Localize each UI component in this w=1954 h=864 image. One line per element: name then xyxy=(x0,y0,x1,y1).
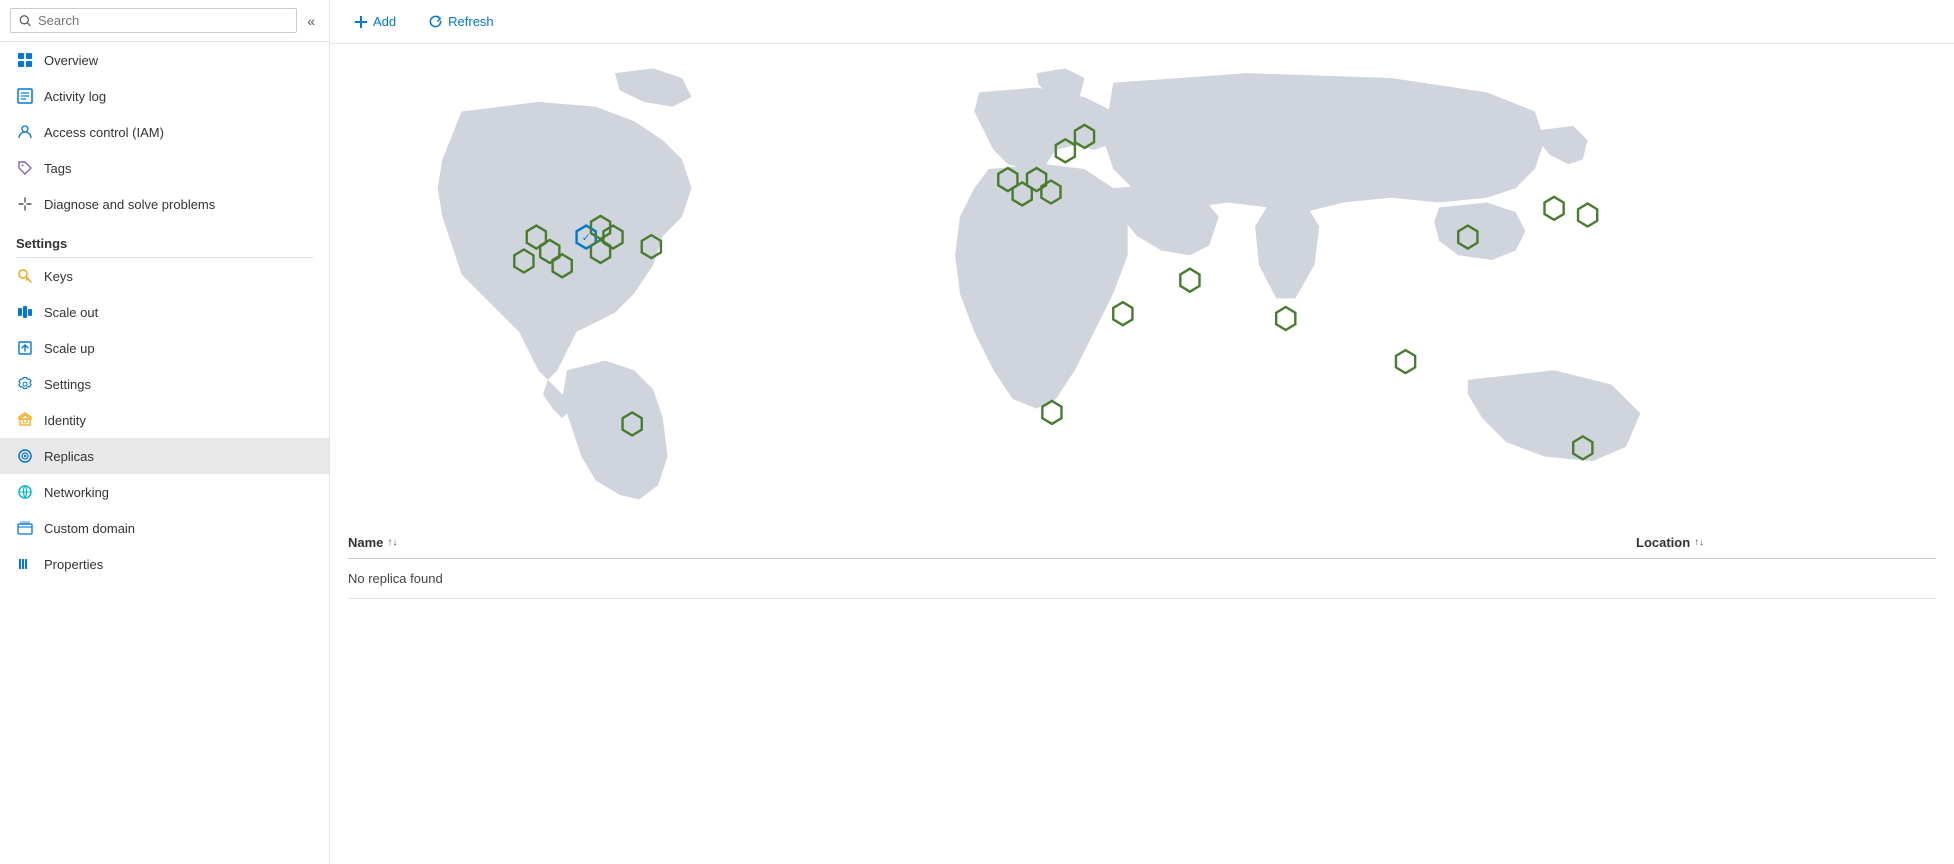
col-name-header[interactable]: Name ↑↓ xyxy=(348,535,1636,550)
sidebar-label-scale-out: Scale out xyxy=(44,305,98,320)
sort-location-icon[interactable]: ↑↓ xyxy=(1694,537,1704,548)
collapse-button[interactable]: « xyxy=(303,9,319,33)
table-header: Name ↑↓ Location ↑↓ xyxy=(348,527,1936,559)
sidebar-label-access-control: Access control (IAM) xyxy=(44,125,164,140)
properties-icon xyxy=(16,555,34,573)
key-icon xyxy=(16,267,34,285)
search-box[interactable] xyxy=(10,8,297,33)
sidebar-label-tags: Tags xyxy=(44,161,71,176)
toolbar: Add Refresh xyxy=(330,0,1954,44)
sidebar: « Overview Activity log xyxy=(0,0,330,864)
grid-icon xyxy=(16,51,34,69)
network-icon xyxy=(16,483,34,501)
replicas-icon xyxy=(16,447,34,465)
sidebar-item-scale-out[interactable]: Scale out xyxy=(0,294,329,330)
scaleout-icon xyxy=(16,303,34,321)
identity-icon xyxy=(16,411,34,429)
sidebar-label-activity-log: Activity log xyxy=(44,89,106,104)
sidebar-header: « xyxy=(0,0,329,42)
sidebar-label-networking: Networking xyxy=(44,485,109,500)
sort-name-icon[interactable]: ↑↓ xyxy=(387,537,397,548)
iam-icon xyxy=(16,123,34,141)
col-location-label: Location xyxy=(1636,535,1690,550)
sidebar-item-keys[interactable]: Keys xyxy=(0,258,329,294)
sidebar-item-access-control[interactable]: Access control (IAM) xyxy=(0,114,329,150)
sidebar-label-custom-domain: Custom domain xyxy=(44,521,135,536)
sidebar-item-custom-domain[interactable]: Custom domain xyxy=(0,510,329,546)
sidebar-label-diagnose: Diagnose and solve problems xyxy=(44,197,215,212)
refresh-button[interactable]: Refresh xyxy=(422,10,500,33)
col-name-label: Name xyxy=(348,535,383,550)
sidebar-item-diagnose[interactable]: Diagnose and solve problems xyxy=(0,186,329,222)
refresh-icon xyxy=(428,14,443,29)
col-location-header[interactable]: Location ↑↓ xyxy=(1636,535,1936,550)
main-content: Add Refresh xyxy=(330,0,1954,864)
replicas-table: Name ↑↓ Location ↑↓ No replica found xyxy=(330,527,1954,617)
refresh-label: Refresh xyxy=(448,14,494,29)
sidebar-item-networking[interactable]: Networking xyxy=(0,474,329,510)
diagnose-icon xyxy=(16,195,34,213)
sidebar-label-identity: Identity xyxy=(44,413,86,428)
sidebar-label-scale-up: Scale up xyxy=(44,341,95,356)
sidebar-label-replicas: Replicas xyxy=(44,449,94,464)
add-label: Add xyxy=(373,14,396,29)
sidebar-label-properties: Properties xyxy=(44,557,103,572)
content-area: ✓ xyxy=(330,44,1954,864)
svg-text:✓: ✓ xyxy=(582,232,591,244)
sidebar-label-settings: Settings xyxy=(44,377,91,392)
tag-icon xyxy=(16,159,34,177)
sidebar-item-replicas[interactable]: Replicas xyxy=(0,438,329,474)
sidebar-label-keys: Keys xyxy=(44,269,73,284)
search-input[interactable] xyxy=(38,13,288,28)
sidebar-label-overview: Overview xyxy=(44,53,98,68)
sidebar-item-scale-up[interactable]: Scale up xyxy=(0,330,329,366)
sidebar-item-tags[interactable]: Tags xyxy=(0,150,329,186)
log-icon xyxy=(16,87,34,105)
search-icon xyxy=(19,14,32,28)
map-container: ✓ xyxy=(330,44,1954,527)
sidebar-item-identity[interactable]: Identity xyxy=(0,402,329,438)
scaleup-icon xyxy=(16,339,34,357)
empty-message: No replica found xyxy=(348,559,1936,599)
sidebar-item-properties[interactable]: Properties xyxy=(0,546,329,582)
plus-icon xyxy=(354,15,368,29)
sidebar-item-overview[interactable]: Overview xyxy=(0,42,329,78)
domain-icon xyxy=(16,519,34,537)
sidebar-item-activity-log[interactable]: Activity log xyxy=(0,78,329,114)
gear-icon xyxy=(16,375,34,393)
sidebar-item-settings[interactable]: Settings xyxy=(0,366,329,402)
add-button[interactable]: Add xyxy=(348,10,402,33)
world-map: ✓ xyxy=(348,54,1936,514)
settings-section-label: Settings xyxy=(0,222,329,257)
